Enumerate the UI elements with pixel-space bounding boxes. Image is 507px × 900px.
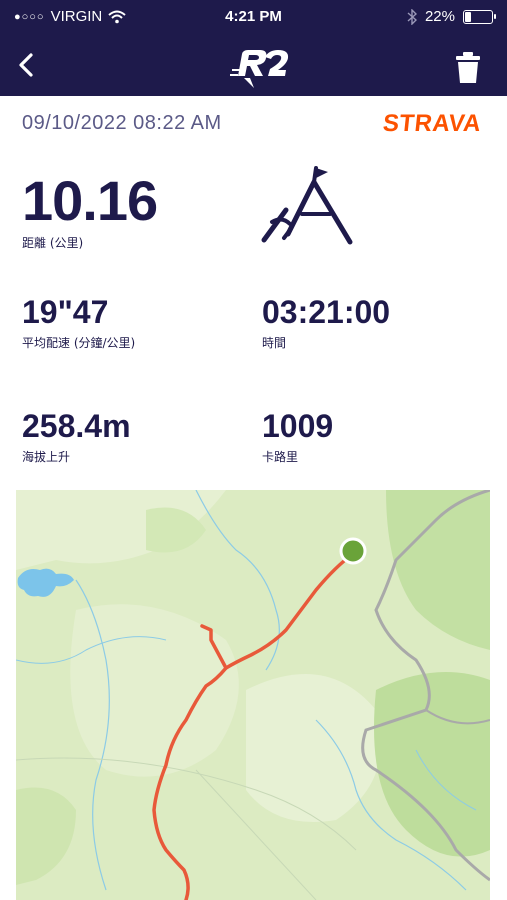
elevation-label: 海拔上升 (22, 450, 71, 464)
bluetooth-icon (407, 8, 417, 25)
route-map[interactable] (16, 490, 490, 900)
elevation-value: 258.4m (22, 408, 131, 444)
r2-logo (230, 50, 289, 88)
strava-logo: STRAVA (381, 110, 483, 137)
calories-label: 卡路里 (262, 450, 299, 464)
activity-date-time: 09/10/2022 08:22 AM (22, 112, 222, 134)
status-right: 22% (407, 8, 496, 25)
duration-value: 03:21:00 (262, 294, 391, 330)
pace-value: 19"47 (22, 294, 109, 330)
mountain-flag-icon (261, 166, 353, 245)
pace-label: 平均配速 (分鐘/公里) (22, 336, 136, 350)
distance-label: 距離 (公里) (22, 236, 84, 250)
delete-button[interactable] (453, 52, 483, 84)
status-bar: ●○○○ VIRGIN 4:21 PM 22% (0, 0, 507, 34)
distance-value: 10.16 (22, 169, 158, 232)
calories-value: 1009 (262, 408, 334, 444)
back-button[interactable] (10, 48, 44, 82)
map-canvas[interactable] (16, 490, 490, 900)
battery-percent: 22% (424, 8, 455, 25)
duration-label: 時間 (262, 336, 287, 350)
start-marker[interactable] (339, 537, 367, 565)
nav-bar (0, 34, 507, 96)
trash-icon (456, 52, 480, 83)
battery-icon (463, 9, 496, 24)
chevron-left-icon (19, 53, 33, 77)
